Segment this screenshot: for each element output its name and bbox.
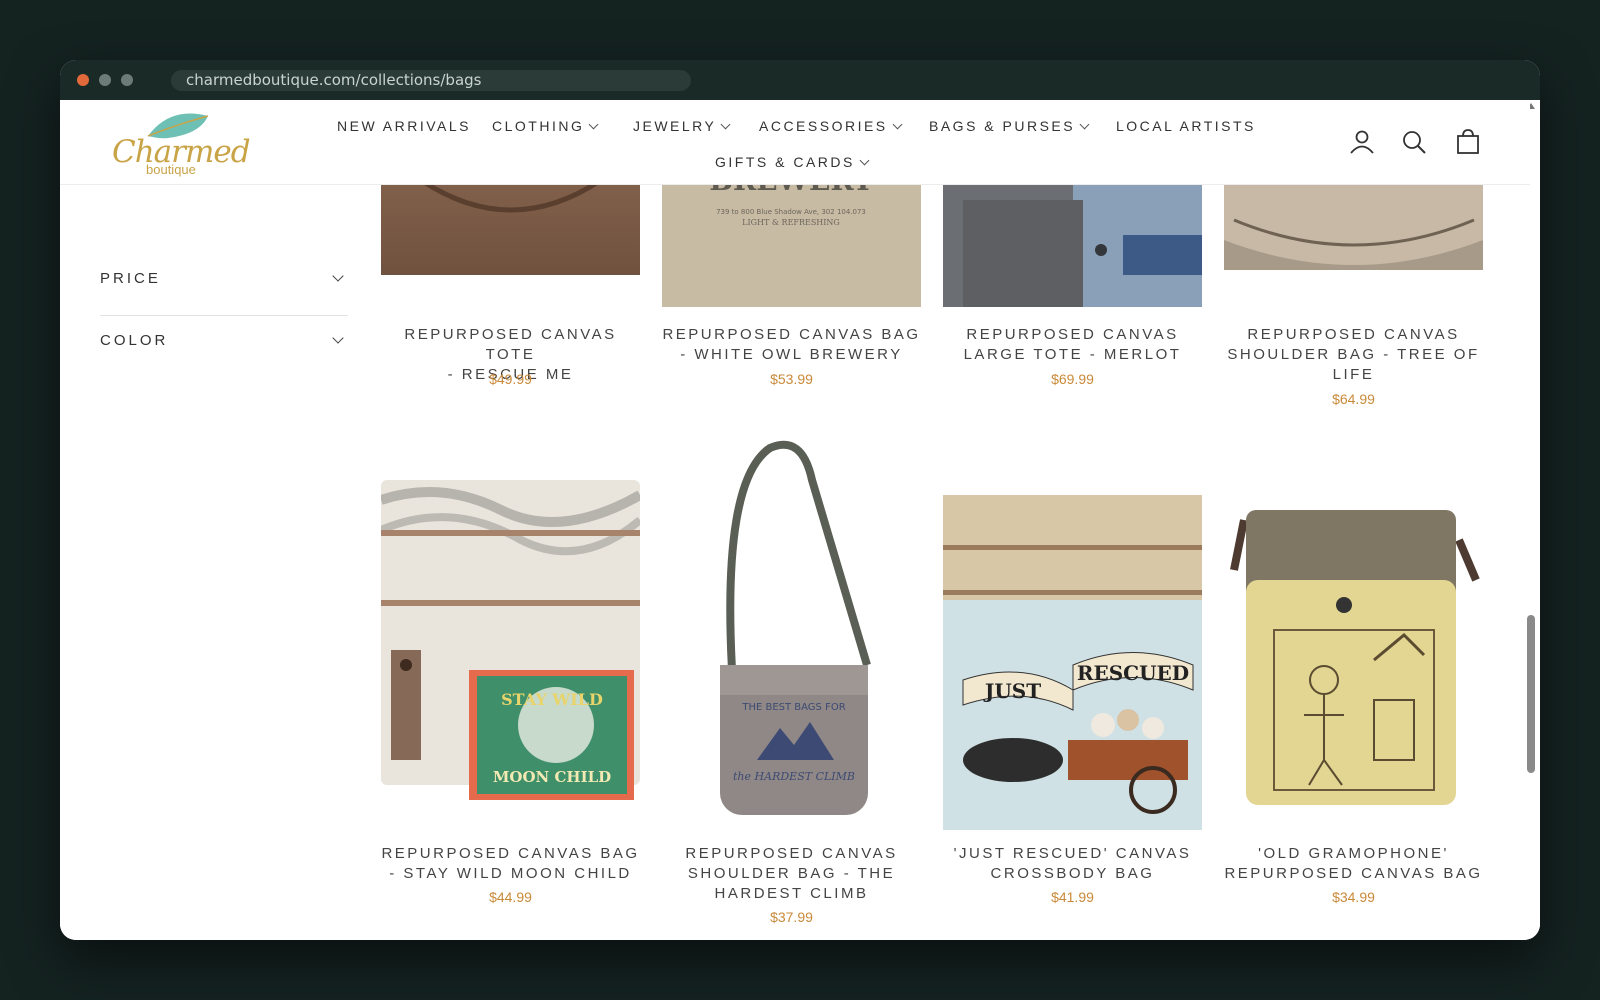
maximize-window-button[interactable] <box>121 74 133 86</box>
product-image[interactable] <box>381 180 640 300</box>
product-title[interactable]: 'OLD GRAMOPHONE' REPURPOSED CANVAS BAG <box>1224 844 1483 884</box>
product-price: $44.99 <box>489 889 532 905</box>
product-title[interactable]: 'JUST RESCUED' CANVAS CROSSBODY BAG <box>943 844 1202 884</box>
product-image[interactable] <box>943 180 1202 310</box>
address-bar[interactable]: charmedboutique.com/collections/bags <box>171 70 691 91</box>
account-icon[interactable] <box>1348 128 1376 156</box>
svg-text:the HARDEST CLIMB: the HARDEST CLIMB <box>733 770 855 783</box>
filter-color[interactable]: COLOR <box>100 332 348 394</box>
chevron-down-icon <box>859 155 870 166</box>
product-price: $37.99 <box>770 909 813 925</box>
divider <box>100 315 348 316</box>
product-title[interactable]: REPURPOSED CANVAS SHOULDER BAG - THE HARDE… <box>662 844 921 904</box>
filter-label: PRICE <box>100 270 161 287</box>
product-price: $41.99 <box>1051 889 1094 905</box>
scrollbar-track[interactable] <box>1530 100 1540 940</box>
minimize-window-button[interactable] <box>99 74 111 86</box>
chevron-down-icon <box>1079 119 1090 130</box>
site-header: Charmed boutique NEW ARRIVALS CLOTHING J… <box>60 100 1530 185</box>
svg-text:RESCUED: RESCUED <box>1077 661 1189 685</box>
product-price: $69.99 <box>1051 371 1094 387</box>
product-image[interactable]: JUST RESCUED <box>943 440 1202 830</box>
nav-accessories[interactable]: ACCESSORIES <box>759 118 903 134</box>
product-price: $53.99 <box>770 371 813 387</box>
chevron-down-icon <box>892 119 903 130</box>
chevron-down-icon <box>332 332 344 344</box>
browser-window: charmedboutique.com/collections/bags REP… <box>60 60 1540 940</box>
product-title[interactable]: REPURPOSED CANVAS BAG - WHITE OWL BREWERY <box>662 325 921 365</box>
nav-gifts-cards[interactable]: GIFTS & CARDS <box>715 154 870 170</box>
nav-jewelry[interactable]: JEWELRY <box>633 118 731 134</box>
chevron-down-icon <box>720 119 731 130</box>
product-image[interactable]: STAY WILD MOON CHILD <box>381 440 640 830</box>
svg-text:STAY WILD: STAY WILD <box>501 690 603 709</box>
browser-chrome: charmedboutique.com/collections/bags <box>60 60 1540 100</box>
filter-label: COLOR <box>100 332 169 349</box>
product-title[interactable]: REPURPOSED CANVAS SHOULDER BAG - TREE OF L… <box>1224 325 1483 385</box>
chevron-down-icon <box>588 119 599 130</box>
page-viewport: REPURPOSED CANVAS TOTE - RESCUE ME $49.99… <box>60 100 1540 940</box>
nav-new-arrivals[interactable]: NEW ARRIVALS <box>337 118 471 134</box>
nav-bags-purses[interactable]: BAGS & PURSES <box>929 118 1090 134</box>
close-window-button[interactable] <box>77 74 89 86</box>
product-price: $64.99 <box>1332 391 1375 407</box>
product-image[interactable]: THE BEST BAGS FOR the HARDEST CLIMB <box>662 440 921 830</box>
nav-local-artists[interactable]: LOCAL ARTISTS <box>1116 118 1256 134</box>
product-price: $34.99 <box>1332 889 1375 905</box>
search-icon[interactable] <box>1400 128 1428 156</box>
svg-text:LIGHT & REFRESHING: LIGHT & REFRESHING <box>742 218 840 227</box>
product-price: $49.99 <box>489 371 532 387</box>
product-title[interactable]: REPURPOSED CANVAS LARGE TOTE - MERLOT <box>943 325 1202 365</box>
chevron-down-icon <box>332 270 344 282</box>
product-image[interactable] <box>1224 180 1483 290</box>
nav-clothing[interactable]: CLOTHING <box>492 118 599 134</box>
product-image[interactable]: BREWERY 739 to 800 Blue Shadow Ave, 302 … <box>662 180 921 310</box>
svg-text:THE BEST BAGS FOR: THE BEST BAGS FOR <box>741 702 845 713</box>
filter-price[interactable]: PRICE <box>100 270 348 332</box>
scrollbar-thumb[interactable] <box>1527 615 1535 773</box>
product-title[interactable]: REPURPOSED CANVAS BAG - STAY WILD MOON CH… <box>381 844 640 884</box>
svg-text:MOON CHILD: MOON CHILD <box>493 768 611 786</box>
product-image[interactable] <box>1224 440 1483 830</box>
svg-text:JUST: JUST <box>983 679 1041 703</box>
svg-text:739 to 800 Blue Shadow Ave, 30: 739 to 800 Blue Shadow Ave, 302 104.073 <box>716 208 866 216</box>
cart-icon[interactable] <box>1454 128 1482 156</box>
logo-subtext: boutique <box>146 162 196 177</box>
